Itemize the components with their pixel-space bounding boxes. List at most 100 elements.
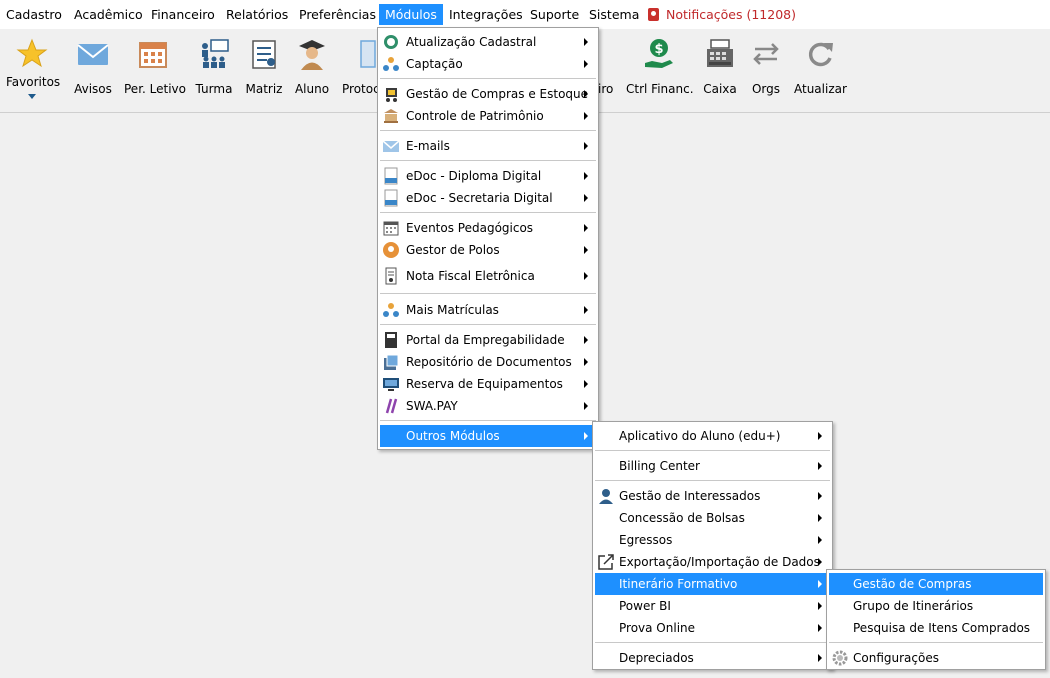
- protocolo-label: Protoc: [342, 82, 380, 96]
- menu-item-itinerario-formativo[interactable]: Itinerário Formativo: [595, 573, 830, 595]
- menu-separator: [380, 324, 596, 325]
- chevron-right-icon: [584, 336, 588, 344]
- menu-separator: [380, 130, 596, 131]
- people-network-icon: [382, 55, 400, 73]
- menu-item-depreciados[interactable]: Depreciados: [595, 647, 830, 669]
- external-link-icon: [597, 553, 615, 571]
- chevron-right-icon: [818, 514, 822, 522]
- notifications-link[interactable]: Notificações (11208): [648, 4, 796, 25]
- menu-item-portal-empregabilidade[interactable]: Portal da Empregabilidade: [380, 329, 596, 351]
- money-hand-icon: $: [642, 37, 676, 71]
- menu-item-gestao-compras[interactable]: Gestão de Compras: [829, 573, 1043, 595]
- menu-item-pesquisa-itens[interactable]: Pesquisa de Itens Comprados: [829, 617, 1043, 639]
- menu-item-controle-patrimonio[interactable]: Controle de Patrimônio: [380, 105, 596, 127]
- avisos-button[interactable]: Avisos: [70, 37, 116, 96]
- svg-text:$: $: [654, 42, 663, 57]
- caixa-button[interactable]: Caixa: [700, 37, 740, 96]
- chevron-right-icon: [818, 432, 822, 440]
- menu-bar: Cadastro Acadêmico Financeiro Relatórios…: [0, 0, 1050, 29]
- chevron-right-icon: [584, 38, 588, 46]
- menu-item-gestao-compras-estoque[interactable]: Gestão de Compras e Estoque: [380, 83, 596, 105]
- chevron-right-icon: [584, 432, 588, 440]
- matriz-label: Matriz: [245, 82, 283, 96]
- aluno-label: Aluno: [294, 82, 330, 96]
- per-letivo-label: Per. Letivo: [124, 82, 186, 96]
- orgs-button[interactable]: Orgs: [748, 37, 784, 96]
- favoritos-button[interactable]: Favoritos: [6, 37, 61, 99]
- document-list-icon: [247, 37, 281, 71]
- menu-financeiro[interactable]: Financeiro: [151, 4, 215, 25]
- menu-item-outros-modulos[interactable]: Outros Módulos: [380, 425, 596, 447]
- menu-item-prova-online[interactable]: Prova Online: [595, 617, 830, 639]
- itinerario-formativo-menu: Gestão de Compras Grupo de Itinerários P…: [826, 569, 1046, 670]
- menu-item-concessao-bolsas[interactable]: Concessão de Bolsas: [595, 507, 830, 529]
- menu-sistema[interactable]: Sistema: [589, 4, 639, 25]
- menu-item-emails[interactable]: E-mails: [380, 135, 596, 157]
- menu-item-nota-fiscal[interactable]: Nota Fiscal Eletrônica: [380, 265, 596, 287]
- menu-item-egressos[interactable]: Egressos: [595, 529, 830, 551]
- headset-user-icon: [597, 487, 615, 505]
- menu-item-configuracoes[interactable]: Configurações: [829, 647, 1043, 669]
- menu-suporte[interactable]: Suporte: [530, 4, 579, 25]
- menu-item-grupo-itinerarios[interactable]: Grupo de Itinerários: [829, 595, 1043, 617]
- menu-modulos[interactable]: Módulos: [379, 4, 443, 25]
- chevron-right-icon: [818, 654, 822, 662]
- menu-separator: [380, 160, 596, 161]
- menu-item-eventos-pedagogicos[interactable]: Eventos Pedagógicos: [380, 217, 596, 239]
- menu-item-gestao-interessados[interactable]: Gestão de Interessados: [595, 485, 830, 507]
- financeiro-button[interactable]: iro: [598, 37, 618, 96]
- menu-item-billing-center[interactable]: Billing Center: [595, 455, 830, 477]
- protocolo-button[interactable]: Protoc: [342, 37, 380, 96]
- menu-item-mais-matriculas[interactable]: Mais Matrículas: [380, 299, 596, 321]
- turma-label: Turma: [195, 82, 233, 96]
- menu-item-exportacao-importacao[interactable]: Exportação/Importação de Dados: [595, 551, 830, 573]
- menu-item-aplicativo-aluno[interactable]: Aplicativo do Aluno (edu+): [595, 425, 830, 447]
- menu-item-captacao[interactable]: Captação: [380, 53, 596, 75]
- per-letivo-button[interactable]: Per. Letivo: [124, 37, 186, 96]
- menu-separator: [595, 480, 830, 481]
- atualizar-button[interactable]: Atualizar: [794, 37, 847, 96]
- chevron-right-icon: [818, 492, 822, 500]
- menu-integracoes[interactable]: Integrações: [449, 4, 523, 25]
- menu-item-swa-pay[interactable]: SWA.PAY: [380, 395, 596, 417]
- menu-item-reserva-equipamentos[interactable]: Reserva de Equipamentos: [380, 373, 596, 395]
- menu-item-edoc-diploma[interactable]: eDoc - Diploma Digital: [380, 165, 596, 187]
- modulos-menu: Atualização Cadastral Captação Gestão de…: [377, 27, 599, 450]
- menu-separator: [380, 212, 596, 213]
- cv-icon: [382, 331, 400, 349]
- building-icon: [382, 107, 400, 125]
- edoc-icon: [382, 167, 400, 185]
- ctrl-financ-button[interactable]: $ Ctrl Financ.: [626, 37, 694, 96]
- matriz-button[interactable]: Matriz: [244, 37, 284, 96]
- menu-item-atualizacao-cadastral[interactable]: Atualização Cadastral: [380, 31, 596, 53]
- favoritos-label: Favoritos: [6, 75, 61, 89]
- chevron-right-icon: [818, 580, 822, 588]
- turma-button[interactable]: Turma: [194, 37, 234, 96]
- chevron-right-icon: [584, 90, 588, 98]
- swap-arrows-icon: [749, 37, 783, 71]
- menu-preferencias[interactable]: Preferências: [299, 4, 376, 25]
- menu-cadastro[interactable]: Cadastro: [6, 4, 62, 25]
- refresh-card-icon: [382, 33, 400, 51]
- shopping-cart-icon: [382, 85, 400, 103]
- swapay-icon: [382, 397, 400, 415]
- chevron-right-icon: [584, 246, 588, 254]
- menu-academico[interactable]: Acadêmico: [74, 4, 143, 25]
- chevron-right-icon: [584, 402, 588, 410]
- documents-icon: [382, 353, 400, 371]
- menu-item-power-bi[interactable]: Power BI: [595, 595, 830, 617]
- menu-item-gestor-polos[interactable]: Gestor de Polos: [380, 239, 596, 261]
- chevron-right-icon: [584, 224, 588, 232]
- chevron-right-icon: [584, 358, 588, 366]
- protocol-icon: [343, 37, 377, 71]
- star-icon: [15, 37, 49, 71]
- menu-separator: [380, 420, 596, 421]
- menu-separator: [380, 78, 596, 79]
- financeiro-partial-label: iro: [598, 82, 614, 96]
- aluno-button[interactable]: Aluno: [292, 37, 332, 96]
- chevron-right-icon: [584, 60, 588, 68]
- menu-item-repositorio-documentos[interactable]: Repositório de Documentos: [380, 351, 596, 373]
- menu-item-edoc-secretaria[interactable]: eDoc - Secretaria Digital: [380, 187, 596, 209]
- menu-relatorios[interactable]: Relatórios: [226, 4, 288, 25]
- refresh-icon: [803, 37, 837, 71]
